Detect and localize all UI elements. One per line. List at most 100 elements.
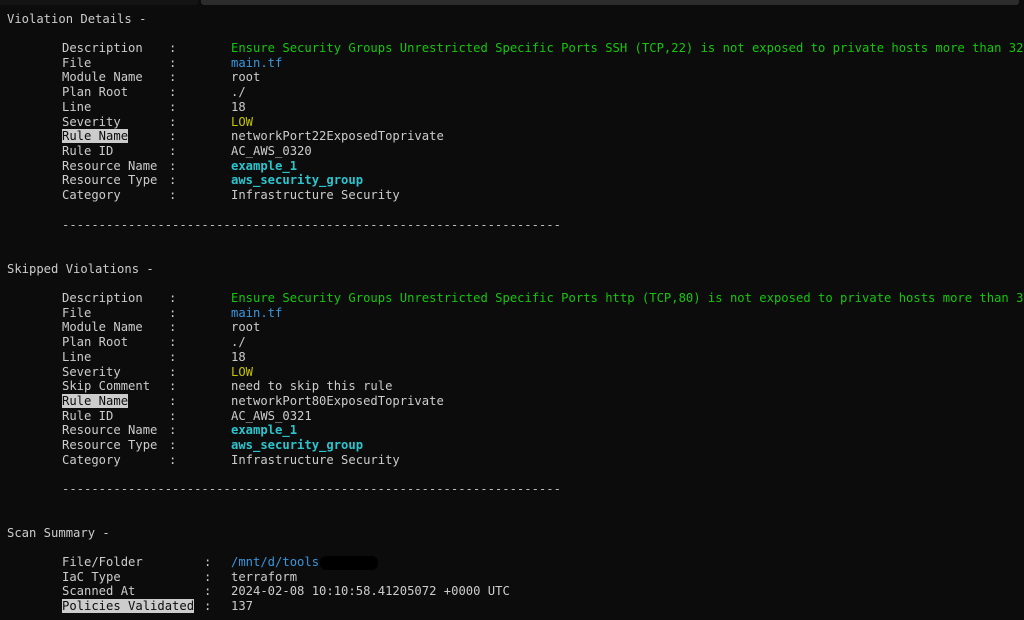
- field-label-plan-root: Plan Root: [62, 335, 128, 350]
- field-colon: :: [169, 409, 177, 423]
- field-label-text: Skip Comment: [62, 379, 151, 393]
- field-colon: :: [169, 70, 177, 84]
- field-label-file: File: [62, 56, 91, 71]
- field-value-text: example_1: [231, 423, 298, 437]
- field-value-text: networkPort80ExposedToprivate: [231, 394, 444, 408]
- field-colon: :: [169, 335, 177, 349]
- field-colon: :: [169, 453, 177, 467]
- field-colon: :: [169, 379, 177, 393]
- field-label-rule-name: Rule Name: [62, 129, 129, 144]
- field-label-rule-id: Rule ID: [62, 144, 113, 159]
- field-colon: :: [169, 41, 177, 55]
- redaction-mark: [320, 555, 379, 570]
- field-colon: :: [169, 423, 177, 437]
- field-value-text: aws_security_group: [231, 438, 364, 452]
- field-label-text: Plan Root: [62, 335, 129, 349]
- field-label-text: File: [62, 56, 92, 70]
- field-value-text: /mnt/d/tools: [231, 555, 320, 569]
- field-value-text: 18: [231, 100, 246, 114]
- terminal-tab-strip[interactable]: [201, 0, 1019, 5]
- field-label-resource-type: Resource Type: [62, 438, 157, 453]
- field-label-scanned-at: Scanned At: [62, 584, 135, 599]
- field-value-text: LOW: [231, 115, 254, 129]
- field-label-text: Description: [62, 41, 143, 55]
- field-value-text: 2024-02-08 10:10:58.41205072 +0000 UTC: [231, 584, 510, 598]
- field-label-skip-comment: Skip Comment: [62, 379, 150, 394]
- field-colon: :: [169, 129, 177, 143]
- field-value-text: ./: [231, 335, 246, 349]
- field-label-text: File/Folder: [62, 555, 143, 569]
- field-value-plan-root: ./: [231, 335, 246, 350]
- field-label-severity: Severity: [62, 115, 121, 130]
- field-label-resource-type: Resource Type: [62, 173, 157, 188]
- field-colon: :: [169, 306, 177, 320]
- terminal-tab-bar: [0, 0, 1024, 6]
- field-colon: :: [169, 438, 177, 452]
- field-label-text: File: [62, 306, 92, 320]
- field-label-resource-name: Resource Name: [62, 159, 157, 174]
- field-value-policies-validated: 137: [231, 599, 253, 614]
- field-label-rule-id: Rule ID: [62, 409, 113, 424]
- field-value-text: LOW: [231, 365, 254, 379]
- field-value-category: Infrastructure Security: [231, 453, 400, 468]
- field-label-text: Policies Validated: [62, 599, 195, 613]
- field-value-module-name: root: [231, 320, 260, 335]
- field-colon: :: [169, 188, 177, 202]
- field-label-text: Rule ID: [62, 409, 114, 423]
- field-value-text: main.tf: [231, 56, 283, 70]
- field-value-plan-root: ./: [231, 85, 246, 100]
- field-value-resource-name: example_1: [231, 423, 297, 438]
- field-label-text: Description: [62, 291, 143, 305]
- field-value-description: Ensure Security Groups Unrestricted Spec…: [231, 291, 1024, 306]
- field-colon: :: [169, 115, 177, 129]
- field-value-file-folder: /mnt/d/tools: [231, 555, 379, 570]
- field-value-text: root: [231, 70, 261, 84]
- field-colon: :: [169, 85, 177, 99]
- field-value-text: networkPort22ExposedToprivate: [231, 129, 444, 143]
- field-label-text: Severity: [62, 115, 121, 129]
- field-label-text: Resource Type: [62, 173, 158, 187]
- field-label-text: Rule ID: [62, 144, 114, 158]
- field-label-severity: Severity: [62, 365, 121, 380]
- field-label-text: Resource Name: [62, 159, 158, 173]
- field-label-policies-validated: Policies Validated: [62, 599, 195, 614]
- section-heading-skipped: Skipped Violations -: [7, 262, 154, 276]
- field-label-module-name: Module Name: [62, 70, 143, 85]
- field-value-iac-type: terraform: [231, 570, 297, 585]
- field-value-text: terraform: [231, 570, 298, 584]
- field-label-text: Resource Name: [62, 423, 158, 437]
- field-value-line: 18: [231, 350, 246, 365]
- field-colon: :: [169, 350, 177, 364]
- field-colon: :: [204, 555, 212, 569]
- field-label-text: Module Name: [62, 70, 143, 84]
- field-value-resource-type: aws_security_group: [231, 173, 363, 188]
- field-colon: :: [169, 291, 177, 305]
- field-label-line: Line: [62, 350, 91, 365]
- field-label-text: IaC Type: [62, 570, 121, 584]
- field-colon: :: [204, 599, 212, 613]
- section-heading-summary: Scan Summary -: [7, 526, 110, 540]
- field-value-text: Infrastructure Security: [231, 453, 400, 467]
- terminal-tab-active[interactable]: [0, 0, 198, 5]
- field-value-text: 137: [231, 599, 254, 613]
- field-value-description: Ensure Security Groups Unrestricted Spec…: [231, 41, 1023, 56]
- separator-line: ----------------------------------------…: [62, 218, 561, 232]
- field-label-category: Category: [62, 453, 121, 468]
- section-heading-violation: Violation Details -: [7, 12, 147, 26]
- separator-line: ----------------------------------------…: [62, 482, 561, 496]
- field-value-skip-comment: need to skip this rule: [231, 379, 392, 394]
- field-value-resource-name: example_1: [231, 159, 297, 174]
- field-value-text: Infrastructure Security: [231, 188, 400, 202]
- field-value-line: 18: [231, 100, 246, 115]
- field-value-text: AC_AWS_0320: [231, 144, 312, 158]
- field-label-text: Category: [62, 453, 121, 467]
- field-value-text: aws_security_group: [231, 173, 364, 187]
- field-label-text: Line: [62, 100, 92, 114]
- field-value-category: Infrastructure Security: [231, 188, 400, 203]
- field-value-text: Ensure Security Groups Unrestricted Spec…: [231, 41, 1024, 55]
- field-label-file-folder: File/Folder: [62, 555, 143, 570]
- field-colon: :: [169, 173, 177, 187]
- field-colon: :: [169, 320, 177, 334]
- field-value-severity: LOW: [231, 365, 253, 380]
- field-value-resource-type: aws_security_group: [231, 438, 363, 453]
